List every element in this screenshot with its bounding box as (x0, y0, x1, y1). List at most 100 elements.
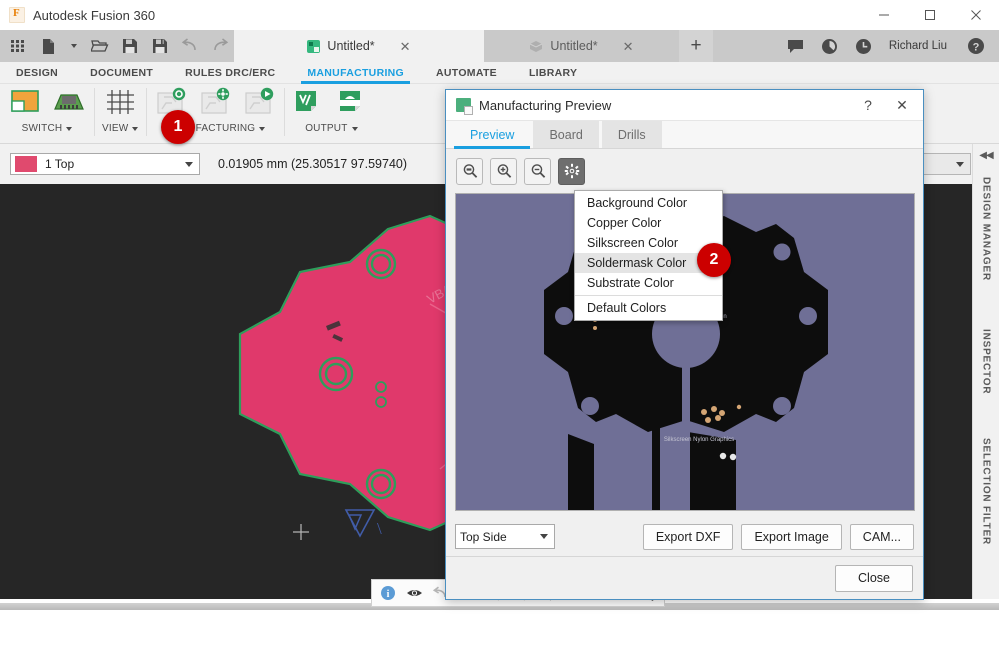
document-tab-close-icon[interactable]: ✕ (400, 40, 411, 53)
manufacturing-run-icon[interactable] (242, 87, 276, 117)
export-image-button[interactable]: Export Image (741, 523, 842, 550)
ribbon-group-switch-label: SWITCH (22, 123, 73, 134)
tab-preview[interactable]: Preview (454, 121, 531, 149)
menu-item-background-color[interactable]: Background Color (575, 193, 722, 213)
chevron-down-icon[interactable] (185, 161, 193, 167)
tab-board[interactable]: Board (533, 121, 599, 148)
undo-icon[interactable] (176, 32, 204, 60)
save-icon[interactable] (116, 32, 144, 60)
ribbon-group-output: OUTPUT (284, 84, 378, 142)
redo-icon[interactable] (206, 32, 234, 60)
window-titlebar: Autodesk Fusion 360 (0, 0, 999, 30)
minimize-button[interactable] (861, 0, 907, 30)
output-export-icon[interactable] (336, 87, 370, 117)
sidebar-item-inspector[interactable]: INSPECTOR (981, 329, 992, 394)
dialog-help-button[interactable]: ? (853, 92, 883, 118)
chevron-down-icon[interactable] (132, 126, 139, 131)
side-select-value: Top Side (460, 529, 507, 544)
ribbon-menu-library[interactable]: LIBRARY (513, 62, 593, 84)
sidebar-item-selection-filter[interactable]: SELECTION FILTER (981, 438, 992, 545)
save-as-icon[interactable] (146, 32, 174, 60)
ribbon-group-view: VIEW (94, 84, 146, 142)
ribbon-group-output-label: OUTPUT (305, 123, 358, 134)
layer-color-swatch (15, 156, 37, 172)
grid-apps-icon[interactable] (4, 32, 32, 60)
ribbon-menu-manufacturing[interactable]: MANUFACTURING (291, 62, 420, 84)
user-name-label[interactable]: Richard Liu (883, 40, 957, 52)
manufacturing-setup-icon[interactable] (198, 87, 232, 117)
pcb-document-icon (307, 39, 321, 53)
ribbon-menu-bar: DESIGN DOCUMENT RULES DRC/ERC MANUFACTUR… (0, 62, 999, 84)
chevron-down-icon[interactable] (66, 126, 73, 131)
menu-item-substrate-color[interactable]: Substrate Color (575, 273, 722, 293)
close-button[interactable] (953, 0, 999, 30)
bottom-strip: i (0, 579, 999, 645)
help-circle-icon[interactable]: ? (961, 32, 991, 60)
quick-access-toolbar: Untitled* ✕ Untitled* ✕ + Richard Liu ? (0, 30, 999, 62)
menu-separator (575, 295, 722, 296)
document-tab-label: Untitled* (327, 39, 375, 53)
ribbon-menu-design[interactable]: DESIGN (0, 62, 74, 84)
ribbon-menu-rules[interactable]: RULES DRC/ERC (169, 62, 291, 84)
new-document-dropdown-caret-icon[interactable] (64, 32, 84, 60)
output-drawing-icon[interactable] (292, 87, 326, 117)
settings-button[interactable] (558, 157, 585, 185)
window-controls (861, 0, 999, 30)
cam-button[interactable]: CAM... (849, 523, 914, 550)
close-button[interactable]: Close (835, 564, 913, 592)
info-icon[interactable]: i (376, 581, 400, 605)
manufacturing-preview-icon (456, 98, 473, 115)
ribbon-group-switch: SWITCH (0, 84, 94, 142)
app-title: Autodesk Fusion 360 (33, 7, 156, 23)
menu-item-default-colors[interactable]: Default Colors (575, 298, 722, 318)
open-folder-icon[interactable] (86, 32, 114, 60)
canvas-crosshair (293, 524, 309, 540)
fusion-logo-icon (9, 7, 25, 23)
dialog-close-button[interactable]: ✕ (887, 92, 917, 118)
collapse-left-icon[interactable]: ◀◀ (979, 150, 993, 161)
ribbon-group-view-label: VIEW (102, 123, 139, 134)
sidebar-item-design-manager[interactable]: DESIGN MANAGER (981, 177, 992, 281)
document-tab-pcb[interactable]: Untitled* ✕ (234, 30, 484, 62)
coordinate-readout: 0.01905 mm (25.30517 97.59740) (218, 157, 408, 171)
maximize-button[interactable] (907, 0, 953, 30)
new-tab-button[interactable]: + (679, 30, 713, 62)
chevron-down-icon[interactable] (351, 126, 358, 131)
switch-schematic-icon[interactable] (8, 87, 42, 117)
dialog-footer: Close (446, 557, 923, 599)
document-tab-3d[interactable]: Untitled* ✕ (484, 30, 679, 62)
3d-model-icon (529, 40, 543, 53)
export-dxf-button[interactable]: Export DXF (642, 523, 734, 550)
dialog-action-row: Top Side Export DXF Export Image CAM... (446, 517, 923, 557)
svg-text:i: i (387, 589, 390, 600)
zoom-out-button[interactable] (524, 157, 551, 185)
grid-view-icon[interactable] (103, 87, 137, 117)
svg-text:\: \ (377, 519, 382, 538)
quick-access-right-group: Richard Liu ? (781, 30, 999, 62)
switch-board-icon[interactable] (52, 87, 86, 117)
job-status-icon[interactable] (815, 32, 845, 60)
quick-access-icons (0, 30, 234, 62)
chevron-down-icon[interactable] (956, 161, 964, 167)
layer-select[interactable]: 1 Top (10, 153, 200, 175)
dialog-view-toolbar (446, 149, 923, 187)
layer-select-value: 1 Top (45, 157, 75, 171)
chevron-down-icon[interactable] (540, 534, 548, 539)
recent-activity-icon[interactable] (849, 32, 879, 60)
ribbon-menu-automate[interactable]: AUTOMATE (420, 62, 513, 84)
dialog-tabs: Preview Board Drills (446, 121, 923, 149)
right-panel-rail: ◀◀ DESIGN MANAGER INSPECTOR SELECTION FI… (972, 144, 999, 599)
side-select[interactable]: Top Side (455, 524, 555, 549)
menu-item-copper-color[interactable]: Copper Color (575, 213, 722, 233)
zoom-in-button[interactable] (490, 157, 517, 185)
comments-icon[interactable] (781, 32, 811, 60)
chevron-down-icon[interactable] (259, 126, 266, 131)
visibility-eye-icon[interactable] (402, 581, 426, 605)
ribbon-menu-document[interactable]: DOCUMENT (74, 62, 169, 84)
document-tab-close-icon[interactable]: ✕ (623, 40, 634, 53)
dialog-titlebar: Manufacturing Preview ? ✕ (446, 90, 923, 121)
new-document-icon[interactable] (34, 32, 62, 60)
zoom-fit-button[interactable] (456, 157, 483, 185)
tab-drills[interactable]: Drills (601, 121, 662, 148)
callout-badge-2: 2 (697, 243, 731, 277)
